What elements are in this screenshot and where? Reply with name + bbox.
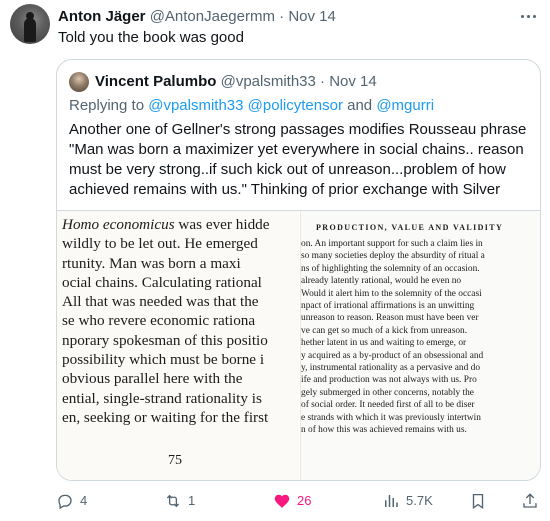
header-separator: · — [279, 8, 285, 25]
tweet-actions: 4 1 26 5.7K — [56, 489, 541, 513]
book-line: ve can get so much of a kick from unreas… — [301, 325, 468, 336]
mention-link[interactable]: @mgurri — [376, 97, 434, 114]
book-line: unreason to reason. Reason must have bee… — [301, 313, 479, 324]
mention-link[interactable]: @vpalsmith33 — [148, 97, 243, 114]
tweet-text: Told you the book was good — [58, 29, 244, 46]
book-line: Homo economicus was ever hidde — [62, 216, 270, 233]
quoted-header-separator: · — [320, 73, 326, 90]
book-line: npact of irrational affirmations is an u… — [301, 301, 475, 312]
reply-button[interactable]: 4 — [56, 491, 87, 511]
tweet-header: Anton Jäger @AntonJaegermm · Nov 14 — [58, 8, 336, 26]
share-button[interactable] — [521, 491, 539, 511]
author-handle[interactable]: @AntonJaegermm — [150, 8, 275, 25]
book-line: possibility which must be borne i — [62, 351, 265, 369]
book-page-right-text: on. An important support for such a clai… — [301, 238, 485, 437]
replying-to: Replying to @vpalsmith33 @policytensor a… — [69, 96, 434, 116]
book-page-left-text: Homo economicus was ever hidde wildly to… — [62, 215, 270, 427]
quoted-author-name: Vincent Palumbo — [95, 73, 217, 90]
author-name[interactable]: Anton Jäger — [58, 8, 146, 25]
repost-count: 1 — [188, 493, 196, 508]
book-line: en, seeking or waiting for the first — [62, 408, 269, 426]
quoted-tweet-header: Vincent Palumbo @vpalsmith33 · Nov 14 — [95, 72, 377, 92]
heart-icon — [274, 494, 290, 508]
book-line: so many societies deploy the absurdity o… — [301, 251, 485, 262]
book-line: nporary spokesman of this positio — [62, 331, 268, 349]
replying-prefix: Replying to — [69, 97, 149, 114]
avatar-figure-body — [24, 18, 36, 42]
quoted-tweet[interactable]: Vincent Palumbo @vpalsmith33 · Nov 14 Re… — [56, 59, 541, 481]
bookmark-button[interactable] — [469, 491, 487, 511]
book-page-right: PRODUCTION, VALUE AND VALIDITY on. An im… — [300, 211, 540, 480]
book-line: Would it alert him to the solemnity of t… — [301, 288, 482, 299]
quoted-tweet-text: Another one of Gellner's strong passages… — [69, 121, 527, 198]
book-line: hether latent in us and waiting to emerg… — [301, 338, 467, 349]
repost-icon — [166, 494, 180, 508]
book-line: wildly to be let out. He emerged — [62, 235, 258, 253]
tweet-date[interactable]: Nov 14 — [288, 8, 336, 25]
book-line: ential, single-strand rationality is — [62, 389, 262, 407]
views-chart-icon — [385, 495, 398, 507]
book-line: ns of highlighting the solemnity of an o… — [301, 263, 480, 274]
book-page-left: Homo economicus was ever hidde wildly to… — [57, 211, 299, 480]
quoted-media-image[interactable]: Homo economicus was ever hidde wildly to… — [57, 210, 540, 480]
more-options-icon[interactable] — [518, 6, 538, 26]
like-button[interactable]: 26 — [273, 491, 311, 511]
book-page-number: 75 — [168, 453, 182, 468]
book-page-heading: PRODUCTION, VALUE AND VALIDITY — [316, 223, 504, 232]
share-icon — [523, 493, 537, 508]
replying-and: and — [342, 97, 377, 114]
bookmark-icon — [472, 493, 484, 510]
book-line: rtunity. Man was born a maxi — [62, 254, 241, 272]
mention-link[interactable]: @policytensor — [248, 97, 343, 114]
views-count: 5.7K — [406, 493, 433, 508]
book-line: ocial chains. Calculating rational — [62, 273, 262, 291]
views-button[interactable]: 5.7K — [382, 491, 433, 511]
quoted-author-avatar[interactable] — [69, 72, 89, 92]
book-line: y, instrumental rationality as a pervasi… — [301, 363, 481, 374]
reply-count: 4 — [80, 493, 88, 508]
book-line: of social order. It needed first of all … — [301, 400, 475, 411]
book-line: ife and production was not always with u… — [301, 375, 477, 386]
book-line: n of how this was achieved remains with … — [301, 425, 467, 436]
quoted-author-handle: @vpalsmith33 — [220, 73, 316, 90]
like-count: 26 — [297, 493, 312, 508]
book-line: on. An important support for such a clai… — [301, 239, 483, 249]
repost-button[interactable]: 1 — [164, 491, 195, 511]
book-line: already latently rational, would he even… — [301, 276, 462, 287]
book-line: gely submerged in other concerns, notabl… — [301, 387, 474, 398]
author-avatar[interactable] — [10, 4, 50, 44]
quoted-tweet-date: Nov 14 — [329, 73, 377, 90]
book-line: All that was needed was that the — [62, 293, 259, 311]
book-line: obvious parallel here with the — [62, 370, 243, 388]
book-line: se who revere economic rationa — [62, 312, 256, 330]
reply-icon — [58, 494, 72, 510]
book-line: y acquired as a by-product of an obsessi… — [301, 350, 484, 361]
book-line: e strands with which it was previously i… — [301, 412, 481, 423]
